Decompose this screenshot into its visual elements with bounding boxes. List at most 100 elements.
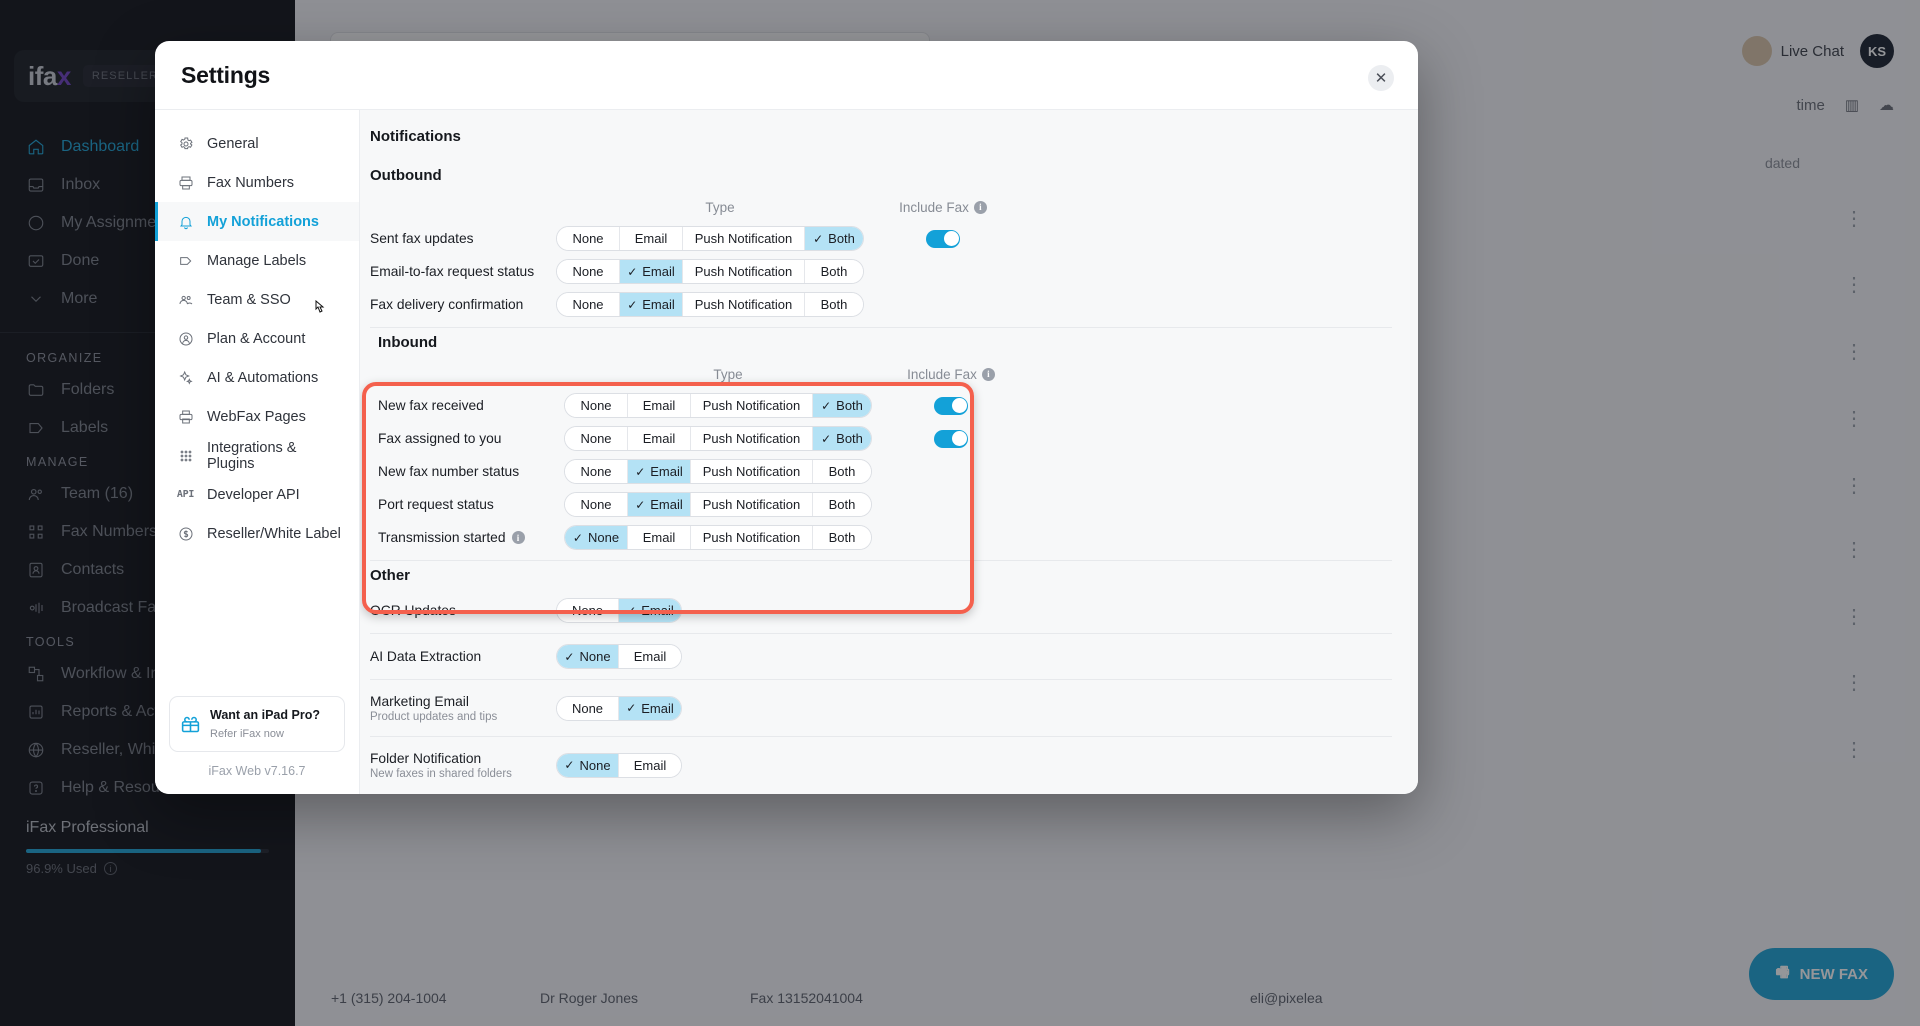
info-icon[interactable]: i — [511, 531, 525, 544]
include-fax-toggle[interactable] — [934, 396, 968, 415]
notification-row: Marketing Email Product updates and tips… — [370, 686, 1392, 730]
notification-row: New fax number status None ✓ Email Push N… — [370, 455, 1392, 488]
option-email[interactable]: ✓ Email — [619, 696, 681, 720]
option-both[interactable]: ✓ Both — [813, 394, 871, 417]
segmented-group: None ✓ Email Push Notification Both — [556, 259, 864, 284]
option-none[interactable]: None — [565, 493, 628, 516]
check-icon: ✓ — [626, 701, 637, 715]
close-icon[interactable]: ✕ — [1368, 65, 1394, 91]
sidebar-item-label: Manage Labels — [207, 252, 307, 269]
sidebar-item-webfax-pages[interactable]: WebFax Pages — [155, 397, 359, 436]
option-none[interactable]: None — [557, 260, 620, 283]
notification-row: Fax delivery confirmation None ✓ Email Pu… — [370, 288, 1392, 321]
sidebar-item-fax-numbers[interactable]: Fax Numbers — [155, 163, 359, 202]
section-divider — [370, 327, 1392, 328]
option-push-notification[interactable]: Push Notification — [683, 260, 805, 283]
sidebar-item-manage-labels[interactable]: Manage Labels — [155, 241, 359, 280]
option-push-notification[interactable]: Push Notification — [691, 526, 813, 549]
sidebar-item-label: AI & Automations — [207, 369, 319, 386]
sidebar-item-label: WebFax Pages — [207, 408, 306, 425]
option-none[interactable]: None — [565, 394, 628, 417]
option-email[interactable]: ✓ Email — [619, 599, 681, 622]
row-label: New fax number status — [378, 464, 520, 479]
option-none[interactable]: None — [557, 227, 620, 250]
segmented-group: ✓ None Email Push Notification Both — [564, 525, 872, 550]
option-label: Email — [642, 264, 675, 279]
option-email[interactable]: Email — [628, 427, 691, 450]
option-none[interactable]: ✓ None — [557, 645, 619, 668]
row-divider — [370, 736, 1392, 737]
option-email[interactable]: ✓ Email — [620, 293, 683, 316]
option-push-notification[interactable]: Push Notification — [691, 460, 813, 483]
option-both[interactable]: Both — [813, 460, 871, 483]
include-fax-toggle[interactable] — [934, 429, 968, 448]
option-email[interactable]: ✓ Email — [620, 260, 683, 283]
include-fax-label: Include Fax — [907, 366, 977, 382]
info-icon[interactable]: i — [981, 367, 995, 381]
row-label-group: Marketing Email Product updates and tips — [370, 694, 556, 723]
option-push-notification[interactable]: Push Notification — [683, 293, 805, 316]
type-segmented-control: None Email Push Notification ✓ Both — [564, 426, 892, 451]
check-icon: ✓ — [635, 464, 646, 479]
type-segmented-control: None ✓ Email Push Notification Both — [556, 259, 884, 284]
option-email[interactable]: Email — [628, 394, 691, 417]
option-none[interactable]: ✓ None — [557, 753, 619, 777]
sidebar-item-reseller-white-label[interactable]: Reseller/White Label — [155, 514, 359, 553]
option-none[interactable]: ✓ None — [565, 526, 628, 549]
option-label: None — [579, 649, 611, 664]
option-none[interactable]: None — [557, 293, 620, 316]
check-icon: ✓ — [813, 231, 824, 246]
sidebar-item-my-notifications[interactable]: My Notifications — [155, 202, 359, 241]
option-label: Both — [828, 231, 855, 246]
option-label: Email — [642, 297, 675, 312]
notification-row: AI Data Extraction ✓ None Email — [370, 640, 1392, 673]
option-email[interactable]: Email — [628, 526, 691, 549]
option-email[interactable]: Email — [620, 227, 683, 250]
printer-icon — [177, 408, 194, 425]
option-both[interactable]: Both — [813, 526, 871, 549]
include-fax-toggle[interactable] — [926, 229, 960, 248]
sidebar-item-ai-automations[interactable]: AI & Automations — [155, 358, 359, 397]
column-header-include-fax: Include Fax i — [892, 367, 1010, 382]
option-push-notification[interactable]: Push Notification — [691, 493, 813, 516]
sidebar-item-general[interactable]: General — [155, 124, 359, 163]
option-both[interactable]: ✓ Both — [805, 227, 863, 250]
option-email[interactable]: Email — [619, 753, 681, 777]
info-icon[interactable]: i — [973, 200, 987, 214]
sidebar-item-team-sso[interactable]: Team & SSO — [155, 280, 359, 319]
row-label: Marketing Email — [370, 693, 469, 709]
option-email[interactable]: Email — [619, 645, 681, 668]
option-none[interactable]: None — [557, 599, 619, 622]
option-none[interactable]: None — [565, 427, 628, 450]
sidebar-item-developer-api[interactable]: API Developer API — [155, 475, 359, 514]
sidebar-item-label: Fax Numbers — [207, 174, 295, 191]
option-none[interactable]: None — [557, 696, 619, 720]
option-both[interactable]: Both — [805, 293, 863, 316]
page-title: Settings — [181, 61, 271, 88]
option-push-notification[interactable]: Push Notification — [691, 427, 813, 450]
sidebar-item-integrations-plugins[interactable]: Integrations & Plugins — [155, 436, 359, 475]
row-label: Port request status — [378, 497, 494, 512]
option-email[interactable]: ✓ Email — [628, 493, 691, 516]
row-label: Fax delivery confirmation — [370, 297, 524, 312]
section-title-other: Other — [370, 567, 411, 584]
option-email[interactable]: ✓ Email — [628, 460, 691, 483]
column-headers-outbound: Type Include Fax i — [370, 192, 1392, 222]
option-push-notification[interactable]: Push Notification — [683, 227, 805, 250]
settings-sidebar: General Fax Numbers My Notifications Man… — [155, 110, 360, 794]
type-segmented-control: None ✓ Email Push Notification Both — [564, 492, 892, 517]
option-none[interactable]: None — [565, 460, 628, 483]
check-icon: ✓ — [627, 297, 638, 312]
option-push-notification[interactable]: Push Notification — [691, 394, 813, 417]
fax-icon — [177, 174, 194, 191]
dollar-circle-icon — [177, 525, 194, 542]
refer-promo-card[interactable]: Want an iPad Pro? Refer iFax now — [169, 696, 345, 752]
type-segmented-control: ✓ None Email — [556, 752, 884, 778]
option-both[interactable]: ✓ Both — [813, 427, 871, 450]
promo-subtitle: Refer iFax now — [210, 728, 284, 740]
grid-icon — [177, 447, 194, 464]
option-both[interactable]: Both — [805, 260, 863, 283]
sidebar-item-plan-account[interactable]: Plan & Account — [155, 319, 359, 358]
option-both[interactable]: Both — [813, 493, 871, 516]
option-label: Email — [641, 603, 674, 618]
